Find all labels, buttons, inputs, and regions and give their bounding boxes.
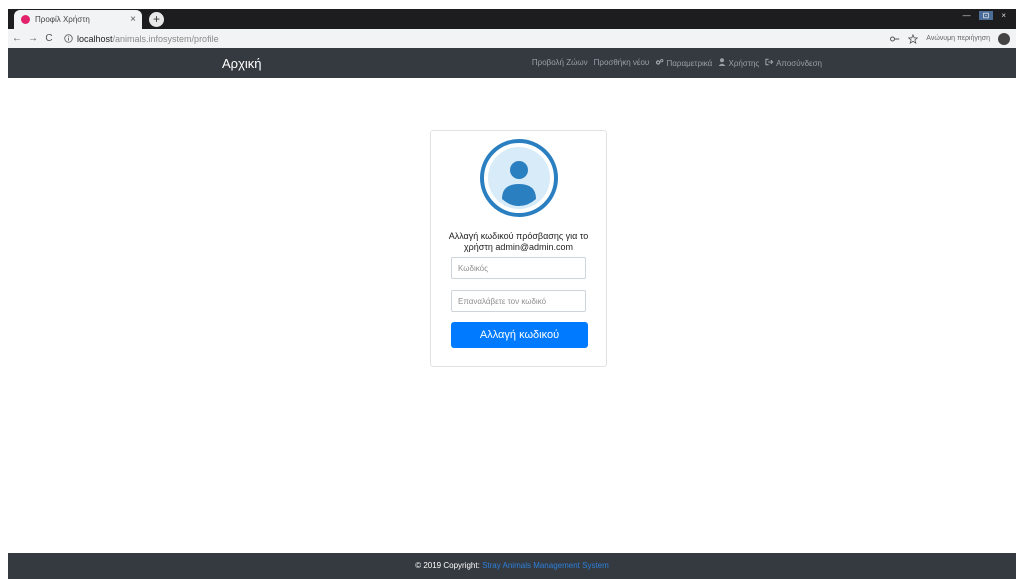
nav-parameters[interactable]: Παραμετρικά (655, 58, 712, 68)
url-host: localhost (77, 33, 113, 44)
minimize-button[interactable]: — (959, 11, 975, 20)
back-button[interactable]: ← (10, 33, 24, 44)
change-password-button[interactable]: Αλλαγή κωδικού (451, 322, 588, 348)
gears-icon (656, 59, 664, 65)
change-password-heading: Αλλαγή κωδικού πρόσβασης για το χρήστη a… (448, 231, 589, 252)
toolbar-right: Ανώνυμη περιήγηση (890, 32, 1010, 45)
address-bar: ← → C localhost /animals.infosystem/prof… (8, 29, 1016, 49)
repeat-password-field[interactable] (451, 290, 586, 312)
nav-user-label: Χρήστης (728, 59, 760, 68)
brand-home-link[interactable]: Αρχική (222, 56, 262, 71)
user-icon (718, 58, 726, 66)
nav-view-animals[interactable]: Προβολή Ζώων (532, 58, 588, 68)
nav-logout-label: Αποσύνδεση (776, 59, 822, 68)
avatar (480, 139, 558, 217)
footer-link[interactable]: Stray Animals Management System (482, 561, 609, 570)
url-input[interactable]: localhost /animals.infosystem/profile (64, 34, 890, 44)
sign-out-icon (765, 58, 774, 66)
user-avatar-icon (480, 139, 558, 217)
nav-parameters-label: Παραμετρικά (666, 59, 713, 68)
footer-copyright: © 2019 Copyright: (415, 561, 480, 570)
close-window-button[interactable]: × (997, 11, 1010, 20)
nav-links: Προβολή Ζώων Προσθήκη νέου Παραμετρικά Χ… (532, 58, 822, 68)
forward-button[interactable]: → (26, 33, 40, 44)
profile-label[interactable]: Ανώνυμη περιήγηση (926, 35, 990, 42)
info-icon[interactable] (64, 34, 73, 43)
tab-title: Προφίλ Χρήστη (35, 15, 90, 24)
key-icon[interactable] (890, 35, 900, 43)
window-controls: — ⊡ × (959, 11, 1010, 20)
maximize-button[interactable]: ⊡ (978, 11, 994, 20)
nav-user[interactable]: Χρήστης (718, 58, 759, 68)
incognito-avatar-icon[interactable] (998, 32, 1010, 45)
new-tab-button[interactable]: + (149, 12, 164, 27)
browser-tab[interactable]: Προφίλ Χρήστη × (14, 10, 142, 29)
favicon-icon (21, 15, 30, 24)
change-password-card: Αλλαγή κωδικού πρόσβασης για το χρήστη a… (430, 130, 607, 367)
browser-tab-strip: Προφίλ Χρήστη × + — ⊡ × (8, 9, 1016, 29)
tab-close-icon[interactable]: × (130, 14, 136, 25)
site-navbar: Αρχική Προβολή Ζώων Προσθήκη νέου Παραμε… (8, 48, 1016, 78)
reload-button[interactable]: C (42, 33, 56, 44)
url-path: /animals.infosystem/profile (112, 33, 219, 44)
star-icon[interactable] (908, 33, 919, 44)
password-field[interactable] (451, 257, 586, 279)
nav-add-new[interactable]: Προσθήκη νέου (594, 58, 650, 68)
nav-logout[interactable]: Αποσύνδεση (765, 58, 822, 68)
site-footer: © 2019 Copyright: Stray Animals Manageme… (8, 553, 1016, 579)
